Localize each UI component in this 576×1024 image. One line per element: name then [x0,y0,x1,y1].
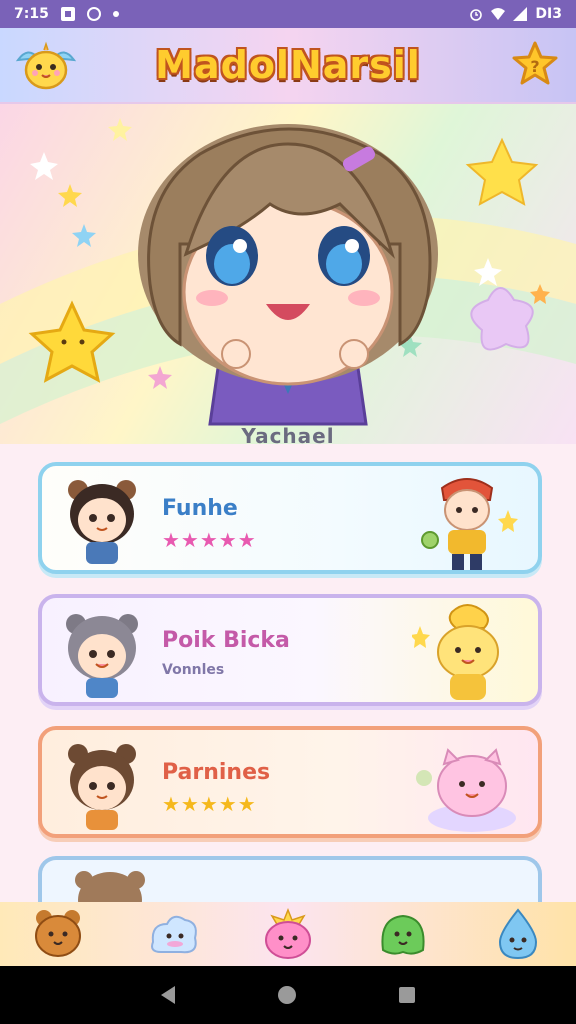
back-icon[interactable] [161,986,176,1004]
gray-hair-boy-avatar [66,614,138,698]
nav-bear[interactable] [27,904,89,964]
chibi-girl-illustration [138,124,438,426]
signal-icon [513,7,528,21]
svg-text:?: ? [530,57,539,76]
rating-stars: ★★★★★ [162,792,257,816]
wifi-icon [491,8,506,20]
rating-stars: ★★★★★ [162,528,257,552]
recents-icon[interactable] [398,987,415,1003]
hero-banner [0,104,576,444]
bottom-nav [0,902,576,966]
cloud-spirit-icon [150,915,197,954]
nav-green-blob[interactable] [372,904,434,964]
character-card[interactable]: Poik Bicka Vonnles [38,594,542,706]
status-time: 7:15 [14,6,49,22]
pink-cat-cloud-illustration [416,748,516,832]
status-bar: 7:15 DI3 [0,0,576,28]
system-nav-bar [0,966,576,1024]
boy-cap-illustration [421,478,518,570]
nav-cloud-spirit[interactable] [142,904,204,964]
notification-icon [60,7,75,21]
blue-droplet-icon [499,908,538,960]
star-help-icon[interactable]: ? [510,40,560,90]
yellow-star-icon [465,137,539,206]
character-card[interactable]: Parnines ★★★★★ [38,726,542,838]
stars-text: ★★★★★ [162,792,257,816]
card-title: Funhe [162,496,238,521]
nav-blue-droplet[interactable] [487,904,549,964]
card-title: Parnines [162,760,271,785]
hero-illustration [0,118,576,426]
home-icon[interactable] [277,986,296,1004]
alarm-icon [470,9,483,21]
nav-pink-star[interactable] [257,904,319,964]
character-name: Yachael [241,424,335,448]
stars-text: ★★★★★ [162,528,257,552]
green-blob-icon [381,914,425,955]
bear-icon [34,910,81,957]
app-title: MadolNarsil [155,43,421,87]
dot-icon [112,11,119,17]
chick-mascot-icon[interactable] [14,40,78,94]
sync-icon [86,7,101,21]
yellow-chef-cat-illustration [412,604,499,700]
app-header: MadolNarsil ? [0,28,576,104]
bear-girl-avatar [68,480,136,564]
card-subtitle: Vonnles [162,662,225,678]
brown-bear-girl-avatar [68,744,136,830]
character-card[interactable]: Funhe ★★★★★ [38,462,542,574]
battery-label: DI3 [535,6,562,22]
pink-star-blob-icon [264,907,311,959]
card-title: Poik Bicka [162,628,290,653]
